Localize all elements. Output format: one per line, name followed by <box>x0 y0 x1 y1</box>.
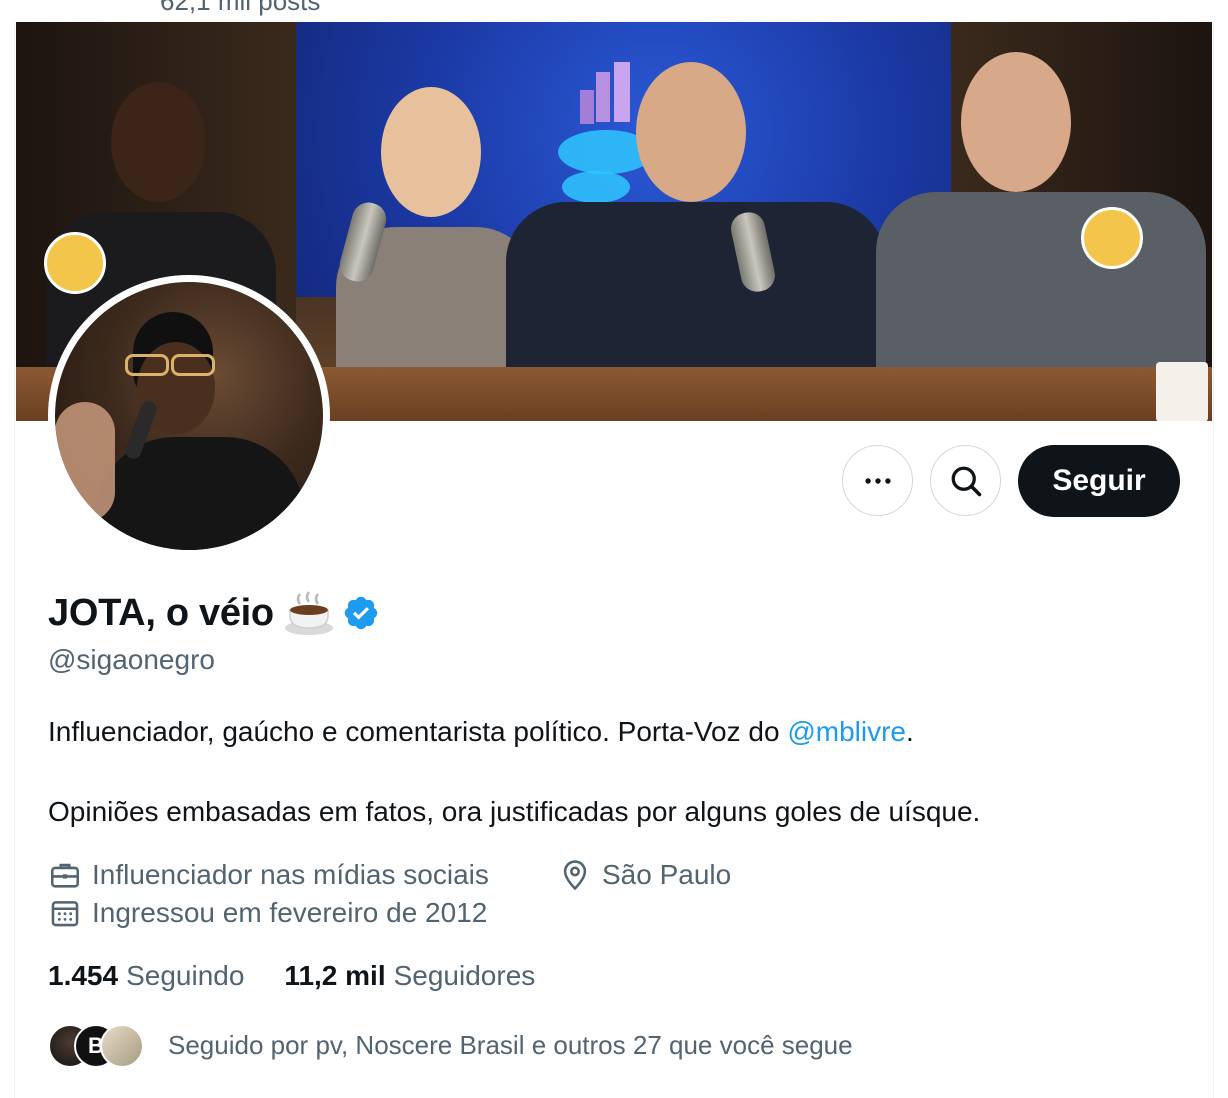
more-icon <box>864 477 891 484</box>
banner-campaign-pin <box>44 232 106 294</box>
followers-count: 11,2 mil <box>284 960 386 991</box>
bio-text: Influenciador, gaúcho e comentarista pol… <box>48 716 788 747</box>
bio-mention-link[interactable]: @mblivre <box>787 716 906 747</box>
banner-mug <box>1156 362 1208 421</box>
briefcase-icon <box>50 863 80 888</box>
profile-joined: Ingressou em fevereiro de 2012 <box>48 896 487 930</box>
followers-link[interactable]: 11,2 mil Seguidores <box>284 960 535 992</box>
follow-button[interactable]: Seguir <box>1018 445 1180 517</box>
top-strip: 62,1 mil posts <box>0 0 1228 22</box>
post-count: 62,1 mil posts <box>160 0 321 16</box>
followed-by-row[interactable]: B Seguido por pv, Noscere Brasil e outro… <box>48 1020 853 1070</box>
coffee-cup-icon <box>284 591 333 635</box>
followed-by-text: Seguido por pv, Noscere Brasil e outros … <box>168 1029 853 1060</box>
joined-text: Ingressou em fevereiro de 2012 <box>92 897 488 928</box>
search-icon <box>951 466 981 496</box>
display-name: JOTA, o véio <box>48 591 274 634</box>
followers-label: Seguidores <box>393 960 536 991</box>
profile-category: Influenciador nas mídias sociais <box>48 858 489 892</box>
profile-location: São Paulo <box>558 858 731 892</box>
following-label: Seguindo <box>126 960 245 991</box>
follow-counts: 1.454 Seguindo 11,2 mil Seguidores <box>48 960 575 992</box>
calendar-icon <box>51 901 79 927</box>
location-text: São Paulo <box>602 859 732 890</box>
name-row: JOTA, o véio <box>48 588 380 638</box>
following-count: 1.454 <box>48 960 119 991</box>
bio-text: . <box>906 716 914 747</box>
following-link[interactable]: 1.454 Seguindo <box>48 960 244 992</box>
more-button[interactable] <box>842 445 913 516</box>
banner-person <box>486 42 906 402</box>
bio-second-line: Opiniões embasadas em fatos, ora justifi… <box>48 796 981 827</box>
banner-person <box>866 42 1206 402</box>
profile-handle: @sigaonegro <box>48 644 215 675</box>
search-button[interactable] <box>930 445 1001 516</box>
profile-avatar[interactable] <box>48 275 330 557</box>
profile-bio: Influenciador, gaúcho e comentarista pol… <box>48 712 1188 752</box>
follower-avatar <box>100 1024 144 1068</box>
category-text: Influenciador nas mídias sociais <box>92 859 489 890</box>
location-pin-icon <box>563 860 587 891</box>
banner-campaign-pin <box>1081 207 1143 269</box>
verified-badge-icon[interactable] <box>342 594 380 632</box>
avatar-photo <box>55 282 323 550</box>
followed-by-avatars: B <box>48 1022 148 1068</box>
